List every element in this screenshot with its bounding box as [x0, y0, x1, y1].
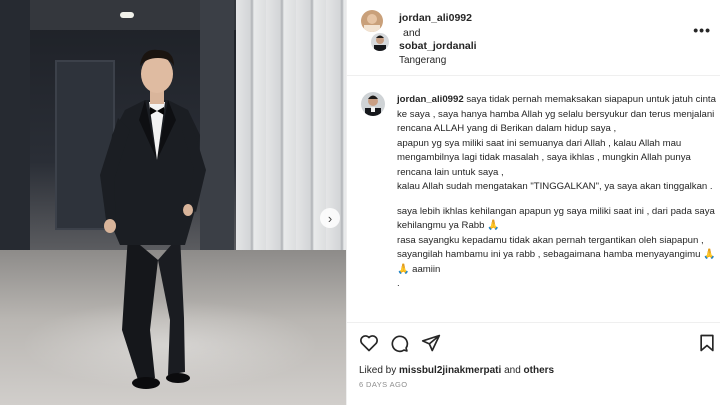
and-label: and: [504, 365, 521, 376]
comments-section: jordan_ali0992 saya tidak pernah memaksa…: [347, 77, 720, 321]
author-username[interactable]: jordan_ali0992: [399, 12, 472, 24]
liked-by-label: Liked by: [359, 365, 397, 376]
caption-line: rasa sayangku kepadamu tidak akan pernah…: [397, 234, 717, 278]
caption-line: kalau Allah sudah mengatakan "TINGGALKAN…: [397, 181, 713, 192]
caption-first-paragraph: jordan_ali0992 saya tidak pernah memaksa…: [397, 93, 717, 137]
next-photo-button[interactable]: ›: [320, 208, 340, 228]
caption-text: saya lebih ikhlas kehilangan apapun yg s…: [397, 205, 718, 232]
more-options-icon[interactable]: •••: [693, 22, 711, 38]
heart-icon[interactable]: [359, 333, 379, 353]
chevron-right-icon: ›: [327, 210, 333, 226]
caption-username[interactable]: jordan_ali0992: [397, 94, 464, 105]
post-timestamp[interactable]: 6 DAYS AGO: [359, 380, 407, 389]
caption-text: aamiin: [412, 263, 441, 275]
collaborator-avatar[interactable]: [369, 31, 391, 53]
bookmark-icon[interactable]: [697, 333, 717, 353]
likes-summary: Liked by missbul2jinakmerpati and others: [359, 365, 554, 376]
praying-hands-emoji-icon: 🙏: [487, 220, 500, 231]
man-in-tuxedo: [100, 49, 206, 389]
caption-line: saya lebih ikhlas kehilangan apapun yg s…: [397, 205, 717, 234]
post-photo[interactable]: ›: [0, 0, 346, 405]
collaborator-username[interactable]: sobat_jordanali: [399, 40, 477, 52]
post-caption: jordan_ali0992 saya tidak pernah memaksa…: [397, 93, 717, 292]
caption-text: rasa sayangku kepadamu tidak akan pernah…: [397, 234, 707, 261]
comment-icon[interactable]: [389, 333, 409, 353]
post-sidebar: jordan_ali0992 and sobat_jordanali Tange…: [346, 0, 720, 405]
share-icon[interactable]: [421, 333, 441, 353]
caption-line: .: [397, 278, 400, 289]
and-label: and: [403, 27, 421, 39]
post-actions: Liked by missbul2jinakmerpati and others…: [347, 322, 720, 404]
author-avatar[interactable]: [361, 10, 383, 32]
caption-spacer: [397, 195, 717, 205]
post-header: jordan_ali0992 and sobat_jordanali Tange…: [347, 0, 720, 76]
others-link[interactable]: others: [524, 365, 555, 376]
caption-line: apapun yg sya miliki saat ini semuanya d…: [397, 137, 694, 178]
liker-username[interactable]: missbul2jinakmerpati: [399, 365, 501, 376]
location-link[interactable]: Tangerang: [399, 55, 446, 66]
caption-author-avatar[interactable]: [361, 92, 385, 116]
